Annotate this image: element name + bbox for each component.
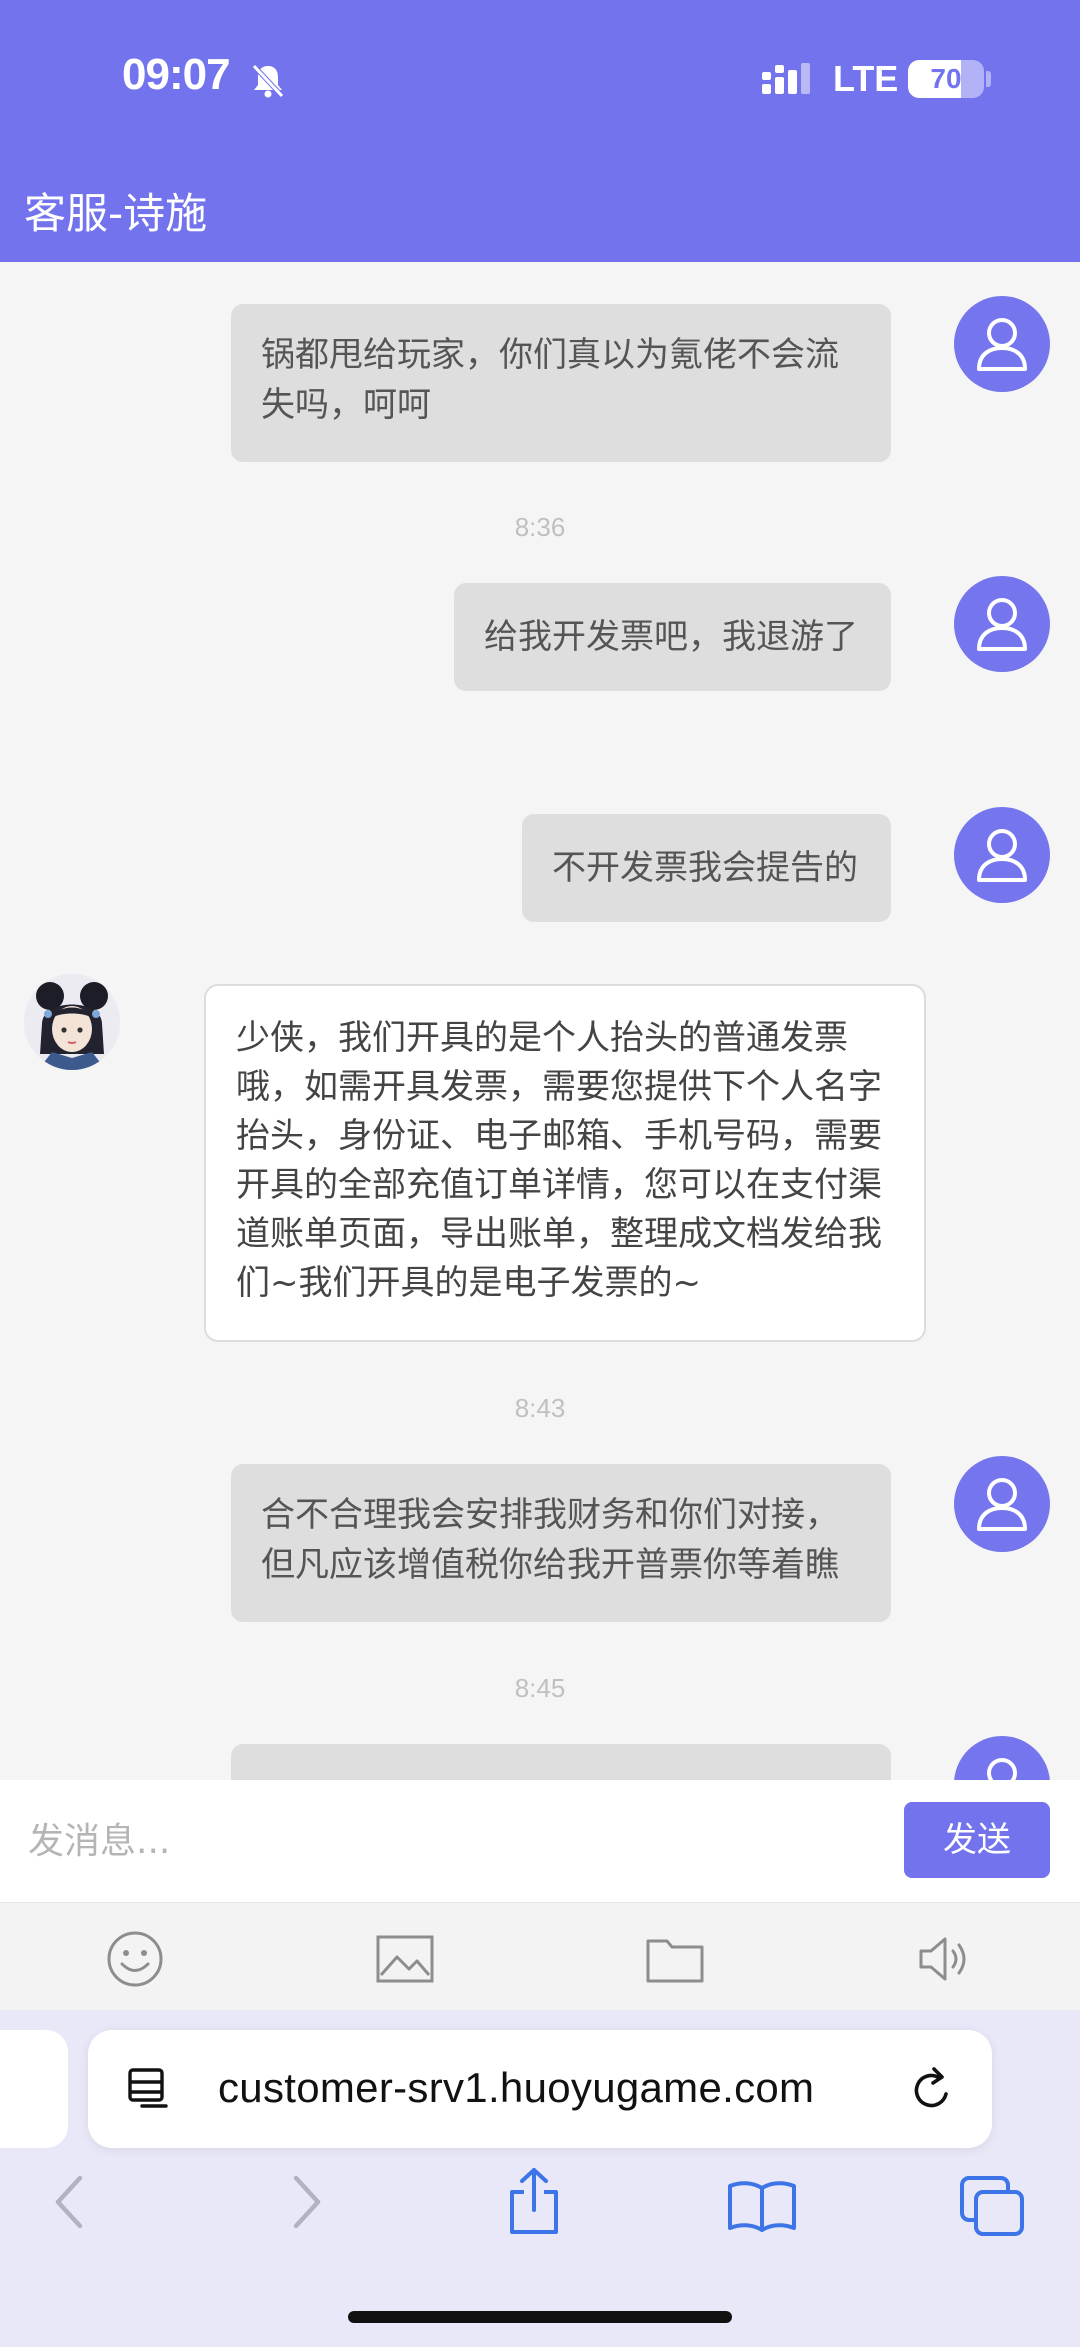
- user-icon: [977, 598, 1027, 651]
- network-label: LTE: [833, 58, 899, 99]
- timestamp: 8:36: [514, 512, 566, 542]
- message-text: 锅都甩给玩家，你们真以为氪佬不会流失吗，呵呵: [261, 335, 839, 425]
- user-icon: [977, 829, 1027, 882]
- folder-icon[interactable]: [645, 1931, 705, 1987]
- message-bubble-user: 不开发票我会提告的: [522, 814, 891, 922]
- message-text: 不开发票我会提告的: [552, 848, 858, 888]
- user-icon: [977, 1478, 1027, 1531]
- user-icon: [987, 1758, 1017, 1780]
- user-avatar[interactable]: [954, 807, 1050, 903]
- message-bubble-agent: 少侠，我们开具的是个人抬头的普通发票哦，如需开具发票，需要您提供下个人名字抬头，…: [204, 984, 926, 1342]
- speaker-icon[interactable]: [915, 1931, 975, 1987]
- message-bubble-user: [231, 1744, 891, 1780]
- user-avatar[interactable]: [954, 296, 1050, 392]
- timestamp: 8:45: [514, 1673, 566, 1703]
- user-icon: [977, 318, 1027, 371]
- message-bubble-user: 合不合理我会安排我财务和你们对接，但凡应该增值税你给我开普票你等着瞧: [231, 1464, 891, 1622]
- image-icon[interactable]: [375, 1931, 435, 1987]
- battery-icon: 70: [908, 60, 984, 98]
- timestamp: 8:43: [514, 1393, 566, 1423]
- status-time: 09:07: [122, 50, 231, 99]
- forward-icon[interactable]: [286, 2172, 326, 2232]
- back-icon[interactable]: [50, 2172, 90, 2232]
- agent-avatar[interactable]: [24, 974, 120, 1070]
- agent-portrait-icon: [24, 974, 120, 1070]
- reload-icon[interactable]: [908, 2064, 956, 2114]
- url-text: customer-srv1.huoyugame.com: [218, 2064, 815, 2111]
- app-header: 09:07 LTE 70 客服-诗施: [0, 0, 1080, 262]
- tabs-icon[interactable]: [958, 2174, 1026, 2238]
- message-bubble-user: 给我开发票吧，我退游了: [454, 583, 891, 691]
- page-title: 客服-诗施: [24, 189, 208, 238]
- battery-nub: [986, 71, 991, 87]
- address-bar[interactable]: customer-srv1.huoyugame.com: [88, 2030, 992, 2148]
- share-icon[interactable]: [504, 2166, 564, 2236]
- user-avatar[interactable]: [954, 576, 1050, 672]
- message-text: 合不合理我会安排我财务和你们对接，但凡应该增值税你给我开普票你等着瞧: [261, 1495, 839, 1585]
- message-text: 少侠，我们开具的是个人抬头的普通发票哦，如需开具发票，需要您提供下个人名字抬头，…: [236, 1018, 882, 1303]
- user-avatar[interactable]: [954, 1456, 1050, 1552]
- bookmarks-icon[interactable]: [726, 2178, 798, 2234]
- message-composer: 发送: [0, 1780, 1080, 1902]
- send-button[interactable]: 发送: [904, 1802, 1050, 1878]
- message-bubble-user: 锅都甩给玩家，你们真以为氪佬不会流失吗，呵呵: [231, 304, 891, 462]
- battery-percent: 70: [930, 63, 962, 94]
- attachment-toolbar: [0, 1902, 1080, 2010]
- bell-slash-icon: [252, 64, 284, 98]
- signal-icon: [762, 63, 810, 94]
- page-menu-icon[interactable]: [126, 2066, 172, 2112]
- emoji-icon[interactable]: [105, 1931, 165, 1987]
- message-text: 给我开发票吧，我退游了: [484, 617, 858, 657]
- browser-toolbar: customer-srv1.huoyugame.com: [0, 2010, 1080, 2347]
- message-input[interactable]: [28, 1810, 888, 1872]
- previous-tab[interactable]: [0, 2030, 68, 2148]
- user-avatar[interactable]: [954, 1736, 1050, 1780]
- home-indicator: [348, 2311, 732, 2323]
- chat-area[interactable]: 锅都甩给玩家，你们真以为氪佬不会流失吗，呵呵 8:36 给我开发票吧，我退游了 …: [0, 262, 1080, 1780]
